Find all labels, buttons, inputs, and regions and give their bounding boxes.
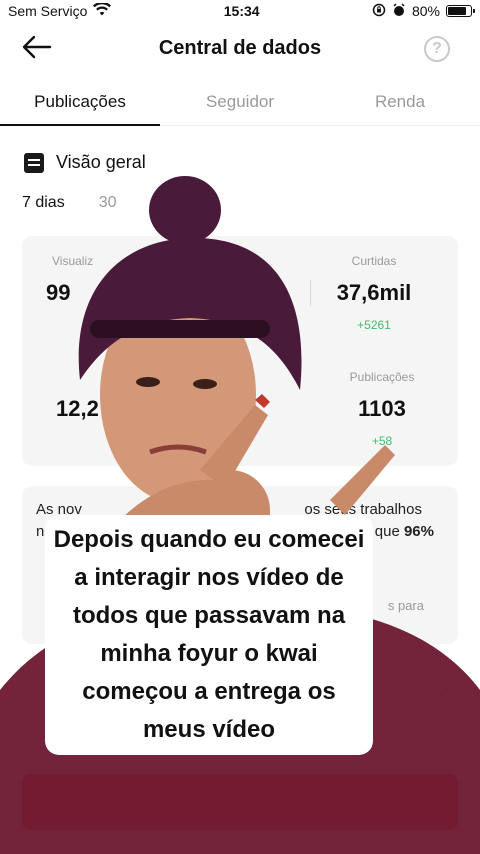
status-bar: Sem Serviço 15:34 80%	[0, 0, 480, 22]
stat-likes[interactable]: Curtidas 37,6mil +5261	[304, 254, 444, 332]
rotation-lock-icon	[372, 3, 386, 20]
info-line-2-mid: que	[374, 523, 404, 540]
stat-views-label: Visualiz	[52, 254, 94, 268]
period-selector: 7 dias 30	[22, 194, 117, 212]
tab-publicacoes[interactable]: Publicações	[0, 78, 160, 126]
stat-likes-value: 37,6mil	[336, 280, 412, 305]
stat-posts-delta: +58	[371, 434, 393, 448]
chevron-right-icon	[440, 681, 450, 702]
status-right: 80%	[372, 2, 475, 20]
battery-percent: 80%	[411, 3, 440, 19]
tab-seguidor[interactable]: Seguidor	[160, 78, 320, 125]
info-percentage: 96%	[403, 523, 434, 540]
info-link[interactable]: s para	[388, 596, 424, 616]
battery-icon	[445, 5, 475, 17]
period-30-days[interactable]: 30	[99, 194, 117, 212]
stats-card: Visualiz 99 ios Curtidas 37,6mil +5261 1…	[22, 236, 458, 466]
stat-posts-label: Publicações	[349, 370, 415, 384]
back-button[interactable]	[20, 32, 54, 62]
tab-renda[interactable]: Renda	[320, 78, 480, 125]
clock: 15:34	[223, 3, 260, 19]
stat-views-suffix-label: ios	[218, 254, 234, 268]
period-7-days[interactable]: 7 dias	[22, 194, 65, 212]
stat-posts[interactable]: Publicações 1103 +58	[312, 370, 452, 448]
carrier-label: Sem Serviço	[8, 3, 88, 19]
stat-views-suffix: ios	[218, 254, 278, 268]
video-caption: Depois quando eu comecei a interagir nos…	[45, 515, 373, 755]
stat-posts-value: 1103	[358, 396, 406, 421]
info-line-2-end: que 96%	[375, 522, 444, 542]
alarm-icon	[392, 2, 406, 20]
status-left: Sem Serviço	[8, 1, 112, 19]
page-title: Central de dados	[158, 36, 322, 59]
stat-likes-label: Curtidas	[351, 254, 397, 268]
document-icon	[24, 152, 44, 173]
arrow-left-icon	[22, 35, 52, 59]
stat-likes-delta: +5261	[357, 318, 391, 332]
overview-title: Visão geral	[56, 152, 146, 172]
stat-views-value: 99	[46, 280, 71, 305]
overview-header: Visão geral	[24, 152, 146, 173]
stat-left[interactable]: 12,2	[42, 396, 142, 422]
stat-left-value: 12,2	[56, 396, 99, 421]
cta-button[interactable]	[22, 774, 458, 830]
nav-bar: Central de dados ?	[0, 22, 480, 74]
tab-bar: Publicações Seguidor Renda	[0, 78, 480, 126]
stat-views[interactable]: Visualiz 99	[38, 254, 138, 306]
help-button[interactable]: ?	[424, 36, 450, 62]
wifi-icon	[93, 1, 112, 19]
